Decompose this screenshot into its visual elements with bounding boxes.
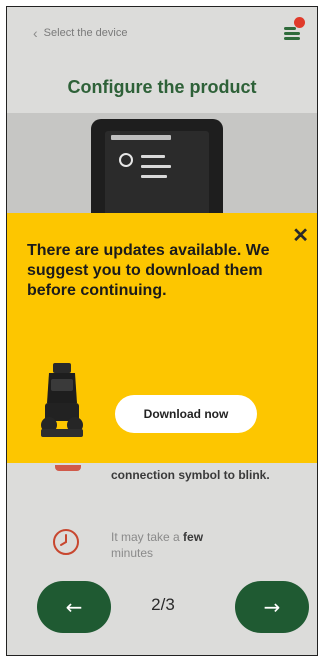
back-button[interactable]: ‹ Select the device [33,25,127,41]
download-now-button[interactable]: Download now [115,395,257,433]
update-message: There are updates available. We suggest … [27,242,270,299]
step-text: It may take a few minutes [111,529,281,561]
device-screen [105,131,209,221]
previous-button[interactable]: ← [37,581,111,633]
device-illustration [7,113,317,229]
close-icon[interactable]: ✕ [292,223,309,248]
notification-badge [294,17,305,28]
step-text-bold: few [183,530,204,544]
product-image [41,363,83,437]
step-text-prefix: It may take a [111,530,184,544]
step-text: connection symbol to blink. [111,468,270,482]
arrow-left-icon: ← [65,595,83,619]
step-text-suffix: minutes [111,546,154,560]
next-button[interactable]: → [235,581,309,633]
page-indicator: 2/3 [151,595,175,614]
clock-icon [53,529,79,555]
menu-icon[interactable] [281,17,305,43]
chevron-left-icon: ‹ [33,25,38,41]
update-banner: ✕ There are updates available. We sugges… [7,213,317,463]
app-screen: ‹ Select the device Configure the produc… [6,6,318,656]
back-label: Select the device [43,27,128,39]
arrow-right-icon: → [263,595,281,619]
top-bar: ‹ Select the device [7,7,317,59]
step-icon [55,465,81,471]
page-title: Configure the product [67,77,257,97]
step-item: connection symbol to blink. [7,463,317,517]
gear-icon [119,153,133,167]
step-item: It may take a few minutes [7,523,317,573]
